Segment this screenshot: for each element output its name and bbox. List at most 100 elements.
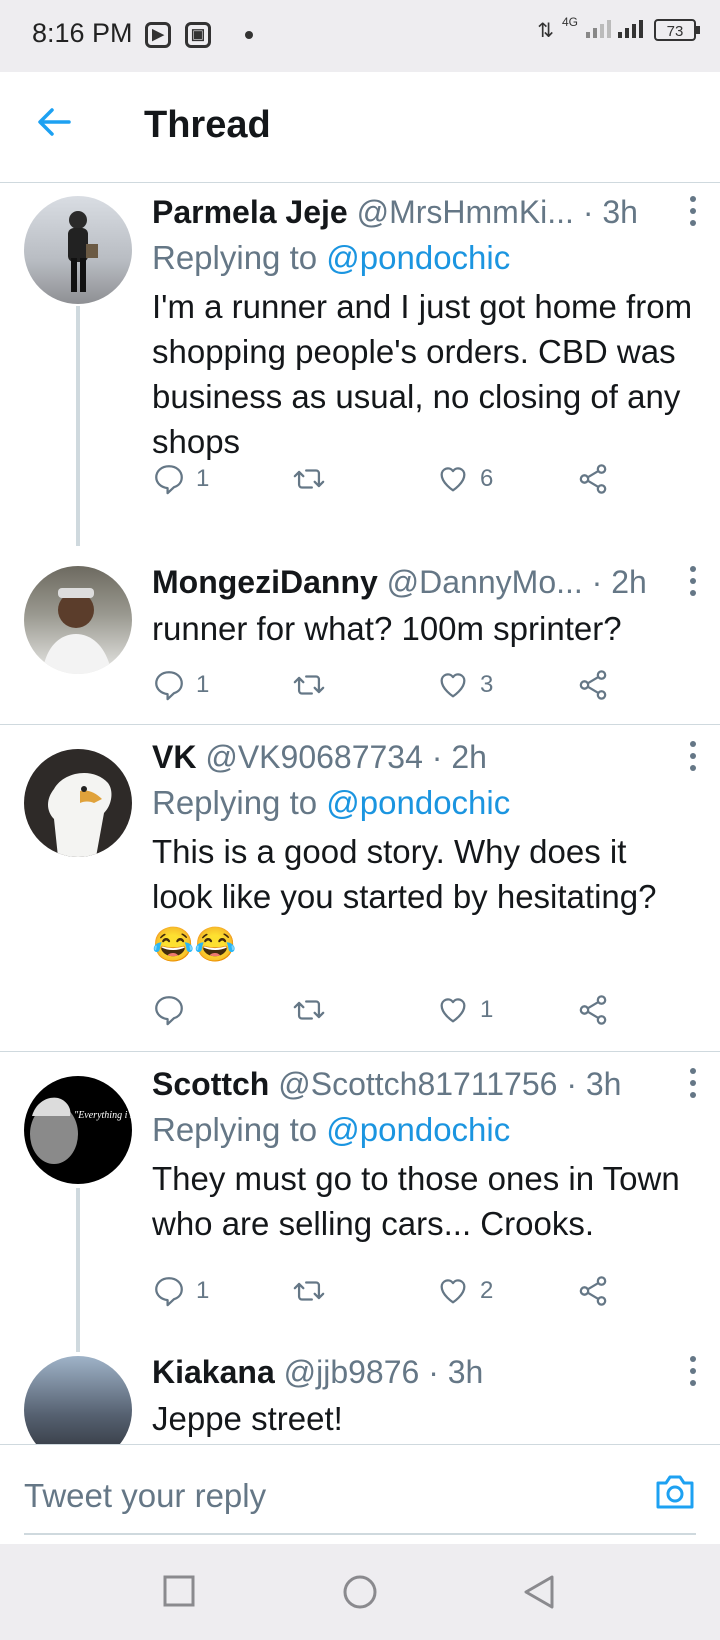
replying-to-handle[interactable]: @pondochic: [326, 784, 510, 821]
heart-icon: [440, 998, 466, 1023]
tweet-time: · 2h: [431, 739, 487, 775]
reply-button[interactable]: 1: [152, 462, 209, 496]
like-button[interactable]: 2: [436, 1274, 493, 1308]
tweet-content: Parmela Jeje @MrsHmmKi... · 3h Replying …: [152, 192, 696, 464]
like-count: 3: [480, 671, 494, 698]
tweet[interactable]: VK @VK90687734 · 2h Replying to @pondoch…: [0, 725, 720, 1051]
thread-line: [76, 1188, 80, 1352]
avatar[interactable]: [24, 566, 132, 674]
avatar[interactable]: [24, 749, 132, 857]
like-button[interactable]: 3: [436, 668, 493, 702]
reply-button[interactable]: 1: [152, 668, 209, 702]
heart-icon: [440, 1279, 466, 1304]
tweet-content: MongeziDanny @DannyMo... · 2h runner for…: [152, 562, 696, 651]
tweet-actions: 1 3: [152, 668, 652, 708]
more-options-icon[interactable]: [690, 566, 696, 596]
author-name[interactable]: Kiakana: [152, 1354, 275, 1390]
share-icon: [579, 1276, 607, 1306]
reply-count: 1: [196, 671, 210, 698]
more-options-icon[interactable]: [690, 1068, 696, 1098]
like-count: 6: [480, 465, 494, 492]
status-indicators: ⇅ 4G 73: [537, 15, 700, 44]
tweet-text: They must go to those ones in Town who a…: [152, 1160, 680, 1242]
like-count: 2: [480, 1277, 494, 1304]
author-name[interactable]: Scottch: [152, 1066, 269, 1102]
tweet-meta: MongeziDanny @DannyMo... · 2h: [152, 562, 696, 602]
author-name[interactable]: MongeziDanny: [152, 564, 378, 600]
tweet-content: VK @VK90687734 · 2h Replying to @pondoch…: [152, 737, 696, 968]
tweet-time: · 3h: [582, 194, 638, 230]
reply-icon: [155, 996, 183, 1026]
more-options-icon[interactable]: [690, 741, 696, 771]
heart-icon: [440, 673, 466, 698]
share-button[interactable]: [576, 462, 610, 496]
reply-input[interactable]: Tweet your reply: [24, 1477, 266, 1515]
retweet-button[interactable]: [292, 993, 326, 1027]
play-store-notification-icon: ▶: [145, 22, 171, 48]
reply-button[interactable]: [152, 993, 186, 1027]
avatar[interactable]: [24, 1356, 132, 1444]
retweet-icon: [293, 675, 325, 695]
reply-composer: Tweet your reply: [0, 1444, 720, 1545]
author-handle[interactable]: @DannyMo...: [387, 564, 583, 600]
page-title: Thread: [144, 104, 271, 146]
author-handle[interactable]: @MrsHmmKi...: [357, 194, 574, 230]
more-options-icon[interactable]: [690, 196, 696, 226]
tweet[interactable]: Kiakana @jjb9876 · 3h Jeppe street!: [0, 1352, 720, 1444]
share-button[interactable]: [576, 1274, 610, 1308]
share-icon: [579, 670, 607, 700]
network-type: 4G: [561, 15, 578, 29]
arrow-left-icon[interactable]: [36, 104, 72, 147]
tweet[interactable]: Parmela Jeje @MrsHmmKi... · 3h Replying …: [0, 182, 720, 550]
more-options-icon[interactable]: [690, 1356, 696, 1386]
share-button[interactable]: [576, 668, 610, 702]
back-triangle-icon[interactable]: [522, 1574, 556, 1615]
like-button[interactable]: 6: [436, 462, 493, 496]
like-count: 1: [480, 996, 494, 1023]
tweet-time: · 2h: [591, 564, 647, 600]
retweet-icon: [293, 1000, 325, 1020]
avatar[interactable]: [24, 196, 132, 304]
share-button[interactable]: [576, 993, 610, 1027]
tweet-actions: 1: [152, 993, 652, 1033]
retweet-icon: [293, 1281, 325, 1301]
author-handle[interactable]: @jjb9876: [284, 1354, 420, 1390]
status-bar: 8:16 PM ▶ ▣ ⇅ 4G 73: [0, 0, 720, 72]
replying-to-handle[interactable]: @pondochic: [326, 239, 510, 276]
heart-icon: [440, 467, 466, 492]
camera-icon[interactable]: [654, 1473, 696, 1516]
like-button[interactable]: 1: [436, 993, 493, 1027]
reply-icon: [155, 671, 183, 701]
reply-icon: [155, 1277, 183, 1307]
avatar[interactable]: "Everything i Life is Vibra: [24, 1076, 132, 1184]
author-handle[interactable]: @Scottch81711756: [278, 1066, 557, 1102]
tweet-content: Kiakana @jjb9876 · 3h Jeppe street!: [152, 1352, 696, 1441]
retweet-button[interactable]: [292, 462, 326, 496]
more-notifications-dot-icon: [245, 31, 253, 39]
replying-to-handle[interactable]: @pondochic: [326, 1111, 510, 1148]
recents-square-icon[interactable]: [162, 1574, 196, 1613]
tweet[interactable]: MongeziDanny @DannyMo... · 2h runner for…: [0, 550, 720, 724]
reply-button[interactable]: 1: [152, 1274, 209, 1308]
replying-to: Replying to @pondochic: [152, 781, 696, 825]
tweet-actions: 1 2: [152, 1274, 652, 1314]
tweet-emoji: 😂😂: [152, 926, 237, 964]
gallery-notification-icon: ▣: [185, 22, 211, 48]
replying-to-label: Replying to: [152, 239, 318, 276]
tweet-content: Scottch @Scottch81711756 · 3h Replying t…: [152, 1064, 696, 1246]
retweet-button[interactable]: [292, 1274, 326, 1308]
reply-icon: [155, 465, 183, 495]
author-handle[interactable]: @VK90687734: [205, 739, 423, 775]
input-underline: [24, 1533, 696, 1535]
tweet-meta: Parmela Jeje @MrsHmmKi... · 3h: [152, 192, 696, 232]
tweet[interactable]: "Everything i Life is Vibra Scottch @Sco…: [0, 1052, 720, 1352]
home-circle-icon[interactable]: [342, 1574, 378, 1615]
tweet-meta: Scottch @Scottch81711756 · 3h: [152, 1064, 696, 1104]
author-name[interactable]: Parmela Jeje: [152, 194, 348, 230]
tweet-text: I'm a runner and I just got home from sh…: [152, 288, 693, 460]
retweet-button[interactable]: [292, 668, 326, 702]
system-nav-bar: [0, 1544, 720, 1640]
author-name[interactable]: VK: [152, 739, 196, 775]
retweet-icon: [293, 469, 325, 489]
battery-icon: 73: [654, 19, 700, 41]
